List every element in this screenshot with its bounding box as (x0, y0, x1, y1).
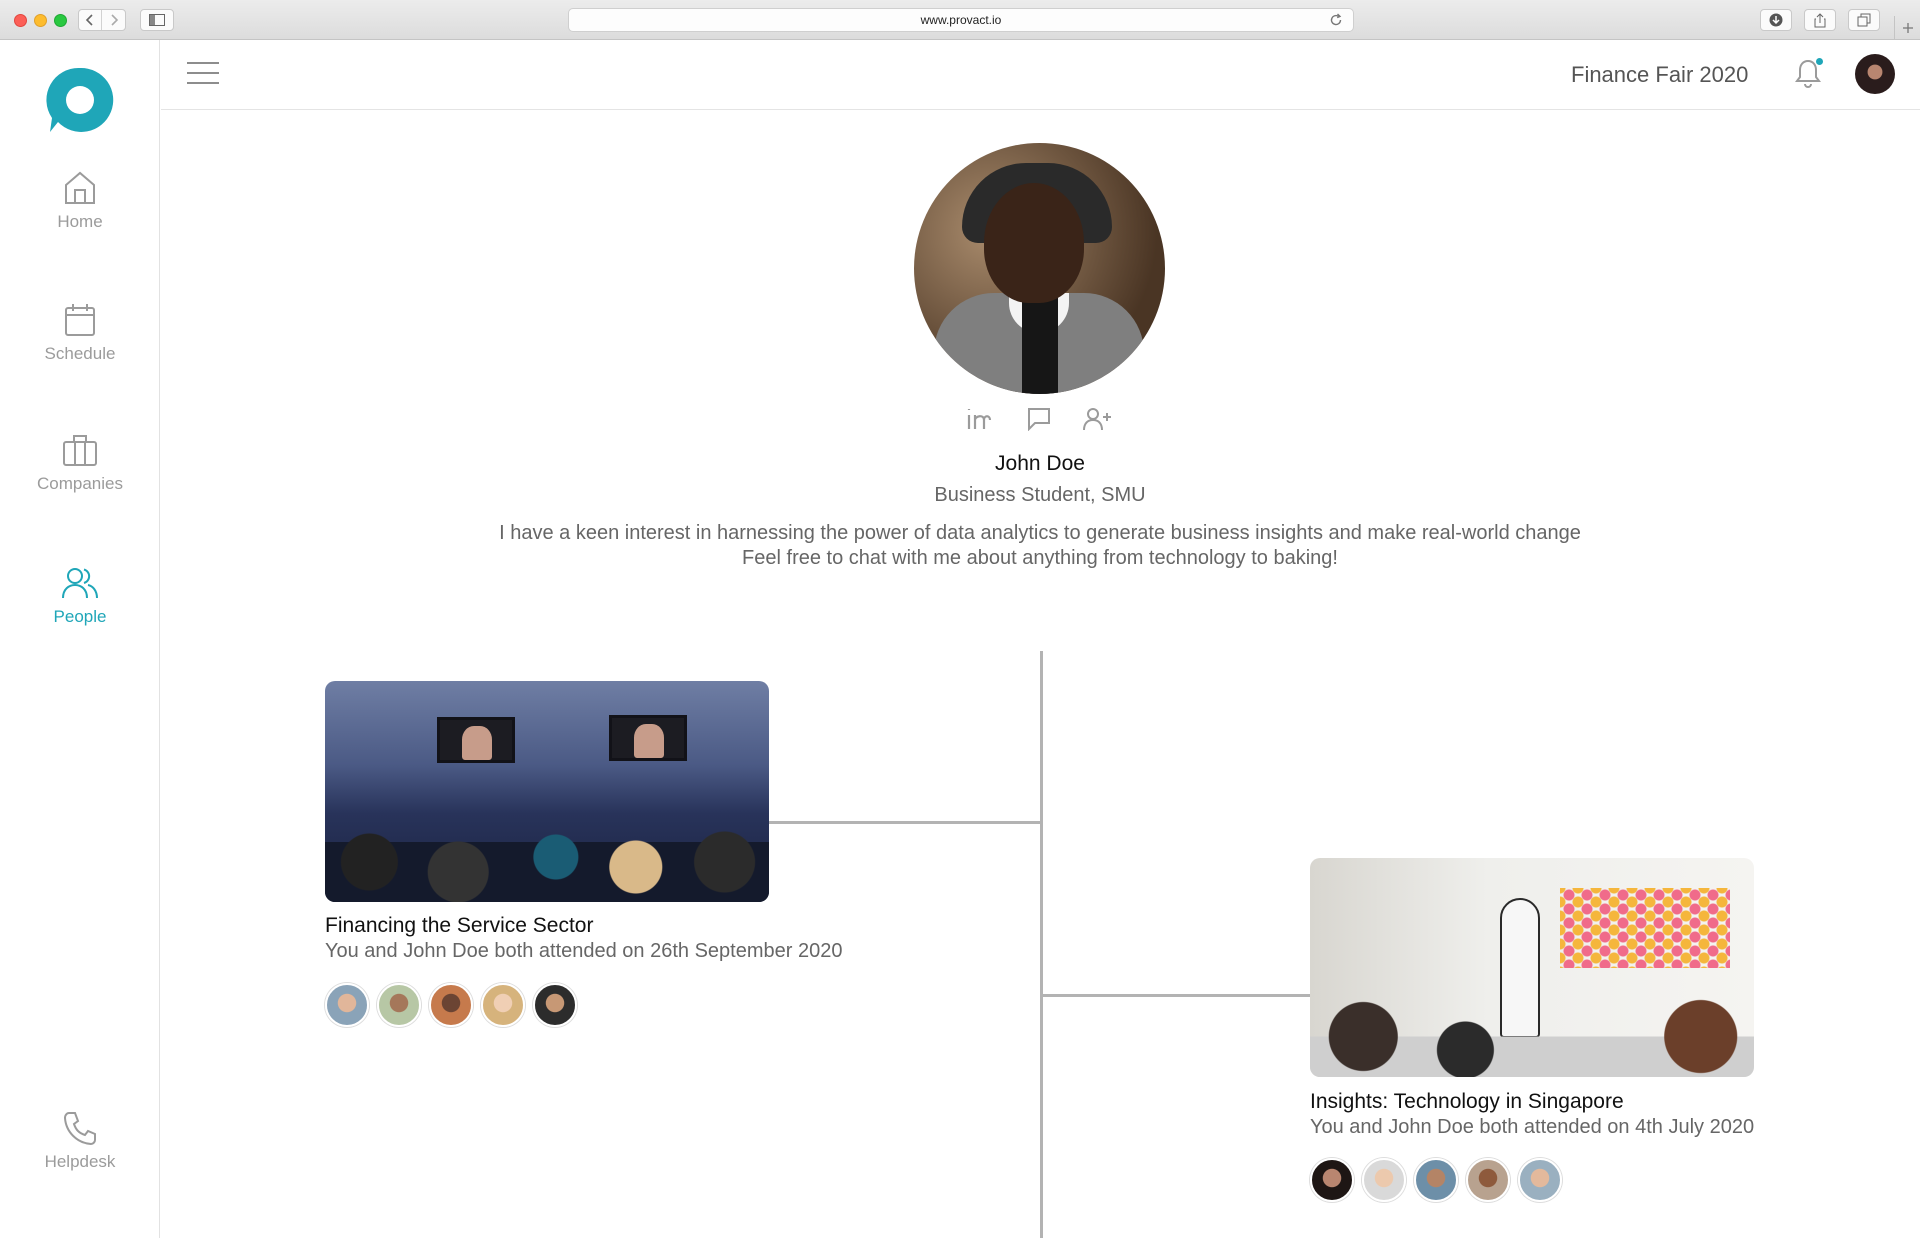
event-title[interactable]: Financing the Service Sector (325, 914, 593, 938)
sidebar-item-label: Home (57, 212, 103, 231)
reload-icon[interactable] (1329, 13, 1343, 27)
profile-bio-line: I have a keen interest in harnessing the… (499, 522, 1581, 544)
profile-photo (914, 143, 1165, 394)
browser-toolbar: www.provact.io (0, 0, 1920, 40)
chevron-left-icon (85, 14, 93, 26)
attendee-avatar[interactable] (1310, 1158, 1354, 1202)
profile-actions (964, 404, 1114, 434)
chat-icon (1028, 408, 1050, 431)
home-icon (65, 171, 95, 204)
app-sidebar: Home Schedule Companies People Helpdesk (0, 40, 160, 1238)
photo-audience-shape (1310, 987, 1754, 1077)
sidebar-item-label: People (53, 607, 107, 626)
event-image[interactable] (325, 681, 769, 902)
sidebar-icon (149, 14, 165, 26)
sidebar-item-schedule[interactable]: Schedule (0, 302, 160, 364)
sidebar-item-helpdesk[interactable]: Helpdesk (0, 1110, 160, 1172)
photo-scarf-shape (1022, 293, 1058, 394)
event-attendance-note: You and John Doe both attended on 4th Ju… (1310, 1116, 1755, 1138)
notifications-button[interactable] (1795, 58, 1825, 90)
current-event-name[interactable]: Finance Fair 2020 (1571, 62, 1748, 88)
user-avatar[interactable] (1855, 54, 1895, 94)
event-image[interactable] (1310, 858, 1754, 1077)
event-title[interactable]: Insights: Technology in Singapore (1310, 1090, 1624, 1114)
menu-icon-bar (187, 72, 219, 74)
photo-crowd-shape (325, 802, 769, 902)
timeline-connector (1043, 994, 1311, 997)
top-header: Finance Fair 2020 (161, 40, 1920, 110)
sidebar-item-label: Schedule (44, 344, 116, 363)
back-button[interactable] (79, 10, 103, 30)
photo-screen-shape (437, 717, 515, 763)
profile-bio-line: Feel free to chat with me about anything… (742, 547, 1338, 569)
history-nav (78, 9, 126, 31)
new-tab-button[interactable] (1894, 16, 1920, 40)
minimize-window-button[interactable] (34, 14, 47, 27)
share-icon (1814, 12, 1826, 27)
menu-icon-bar (187, 62, 219, 64)
menu-button[interactable] (187, 62, 219, 86)
menu-icon-bar (187, 82, 219, 84)
attendee-avatars (325, 983, 577, 1027)
sidebar-item-home[interactable]: Home (0, 170, 160, 232)
event-attendance-note: You and John Doe both attended on 26th S… (325, 940, 843, 962)
download-icon (1769, 13, 1783, 27)
photo-face-shape (984, 183, 1084, 303)
notification-badge (1816, 58, 1823, 65)
attendee-avatar[interactable] (1414, 1158, 1458, 1202)
add-contact-button[interactable] (1082, 404, 1114, 434)
attendee-avatar[interactable] (533, 983, 577, 1027)
add-user-icon (1083, 408, 1111, 431)
profile-title: Business Student, SMU (934, 484, 1146, 506)
share-button[interactable] (1804, 9, 1836, 31)
attendee-avatar[interactable] (1362, 1158, 1406, 1202)
downloads-button[interactable] (1760, 9, 1792, 31)
sidebar-item-label: Helpdesk (44, 1152, 116, 1171)
attendee-avatar[interactable] (481, 983, 525, 1027)
url-text: www.provact.io (920, 13, 1002, 27)
attendee-avatar[interactable] (377, 983, 421, 1027)
provact-logo[interactable] (46, 66, 114, 134)
close-window-button[interactable] (14, 14, 27, 27)
linkedin-icon (967, 409, 992, 429)
sidebar-toggle-button[interactable] (140, 9, 174, 31)
attendee-avatar[interactable] (1518, 1158, 1562, 1202)
timeline-axis (1040, 651, 1043, 1238)
calendar-icon (65, 304, 95, 336)
photo-sticky-notes-shape (1560, 888, 1730, 968)
attendee-avatar[interactable] (429, 983, 473, 1027)
zoom-window-button[interactable] (54, 14, 67, 27)
chevron-right-icon (110, 14, 118, 26)
chat-button[interactable] (1023, 404, 1055, 434)
sidebar-item-people[interactable]: People (0, 565, 160, 627)
plus-icon (1902, 23, 1913, 33)
tab-overview-button[interactable] (1848, 9, 1880, 31)
phone-icon (63, 1112, 96, 1146)
attendee-avatar[interactable] (325, 983, 369, 1027)
photo-screen-shape (609, 715, 687, 761)
attendee-avatars (1310, 1158, 1562, 1202)
timeline-connector (769, 821, 1040, 824)
address-bar[interactable]: www.provact.io (568, 8, 1354, 32)
linkedin-button[interactable] (964, 404, 996, 434)
profile-name: John Doe (995, 452, 1085, 475)
tabs-icon (1857, 13, 1871, 27)
forward-button[interactable] (102, 10, 125, 30)
attendee-avatar[interactable] (1466, 1158, 1510, 1202)
profile-bio: I have a keen interest in harnessing the… (0, 521, 1920, 571)
